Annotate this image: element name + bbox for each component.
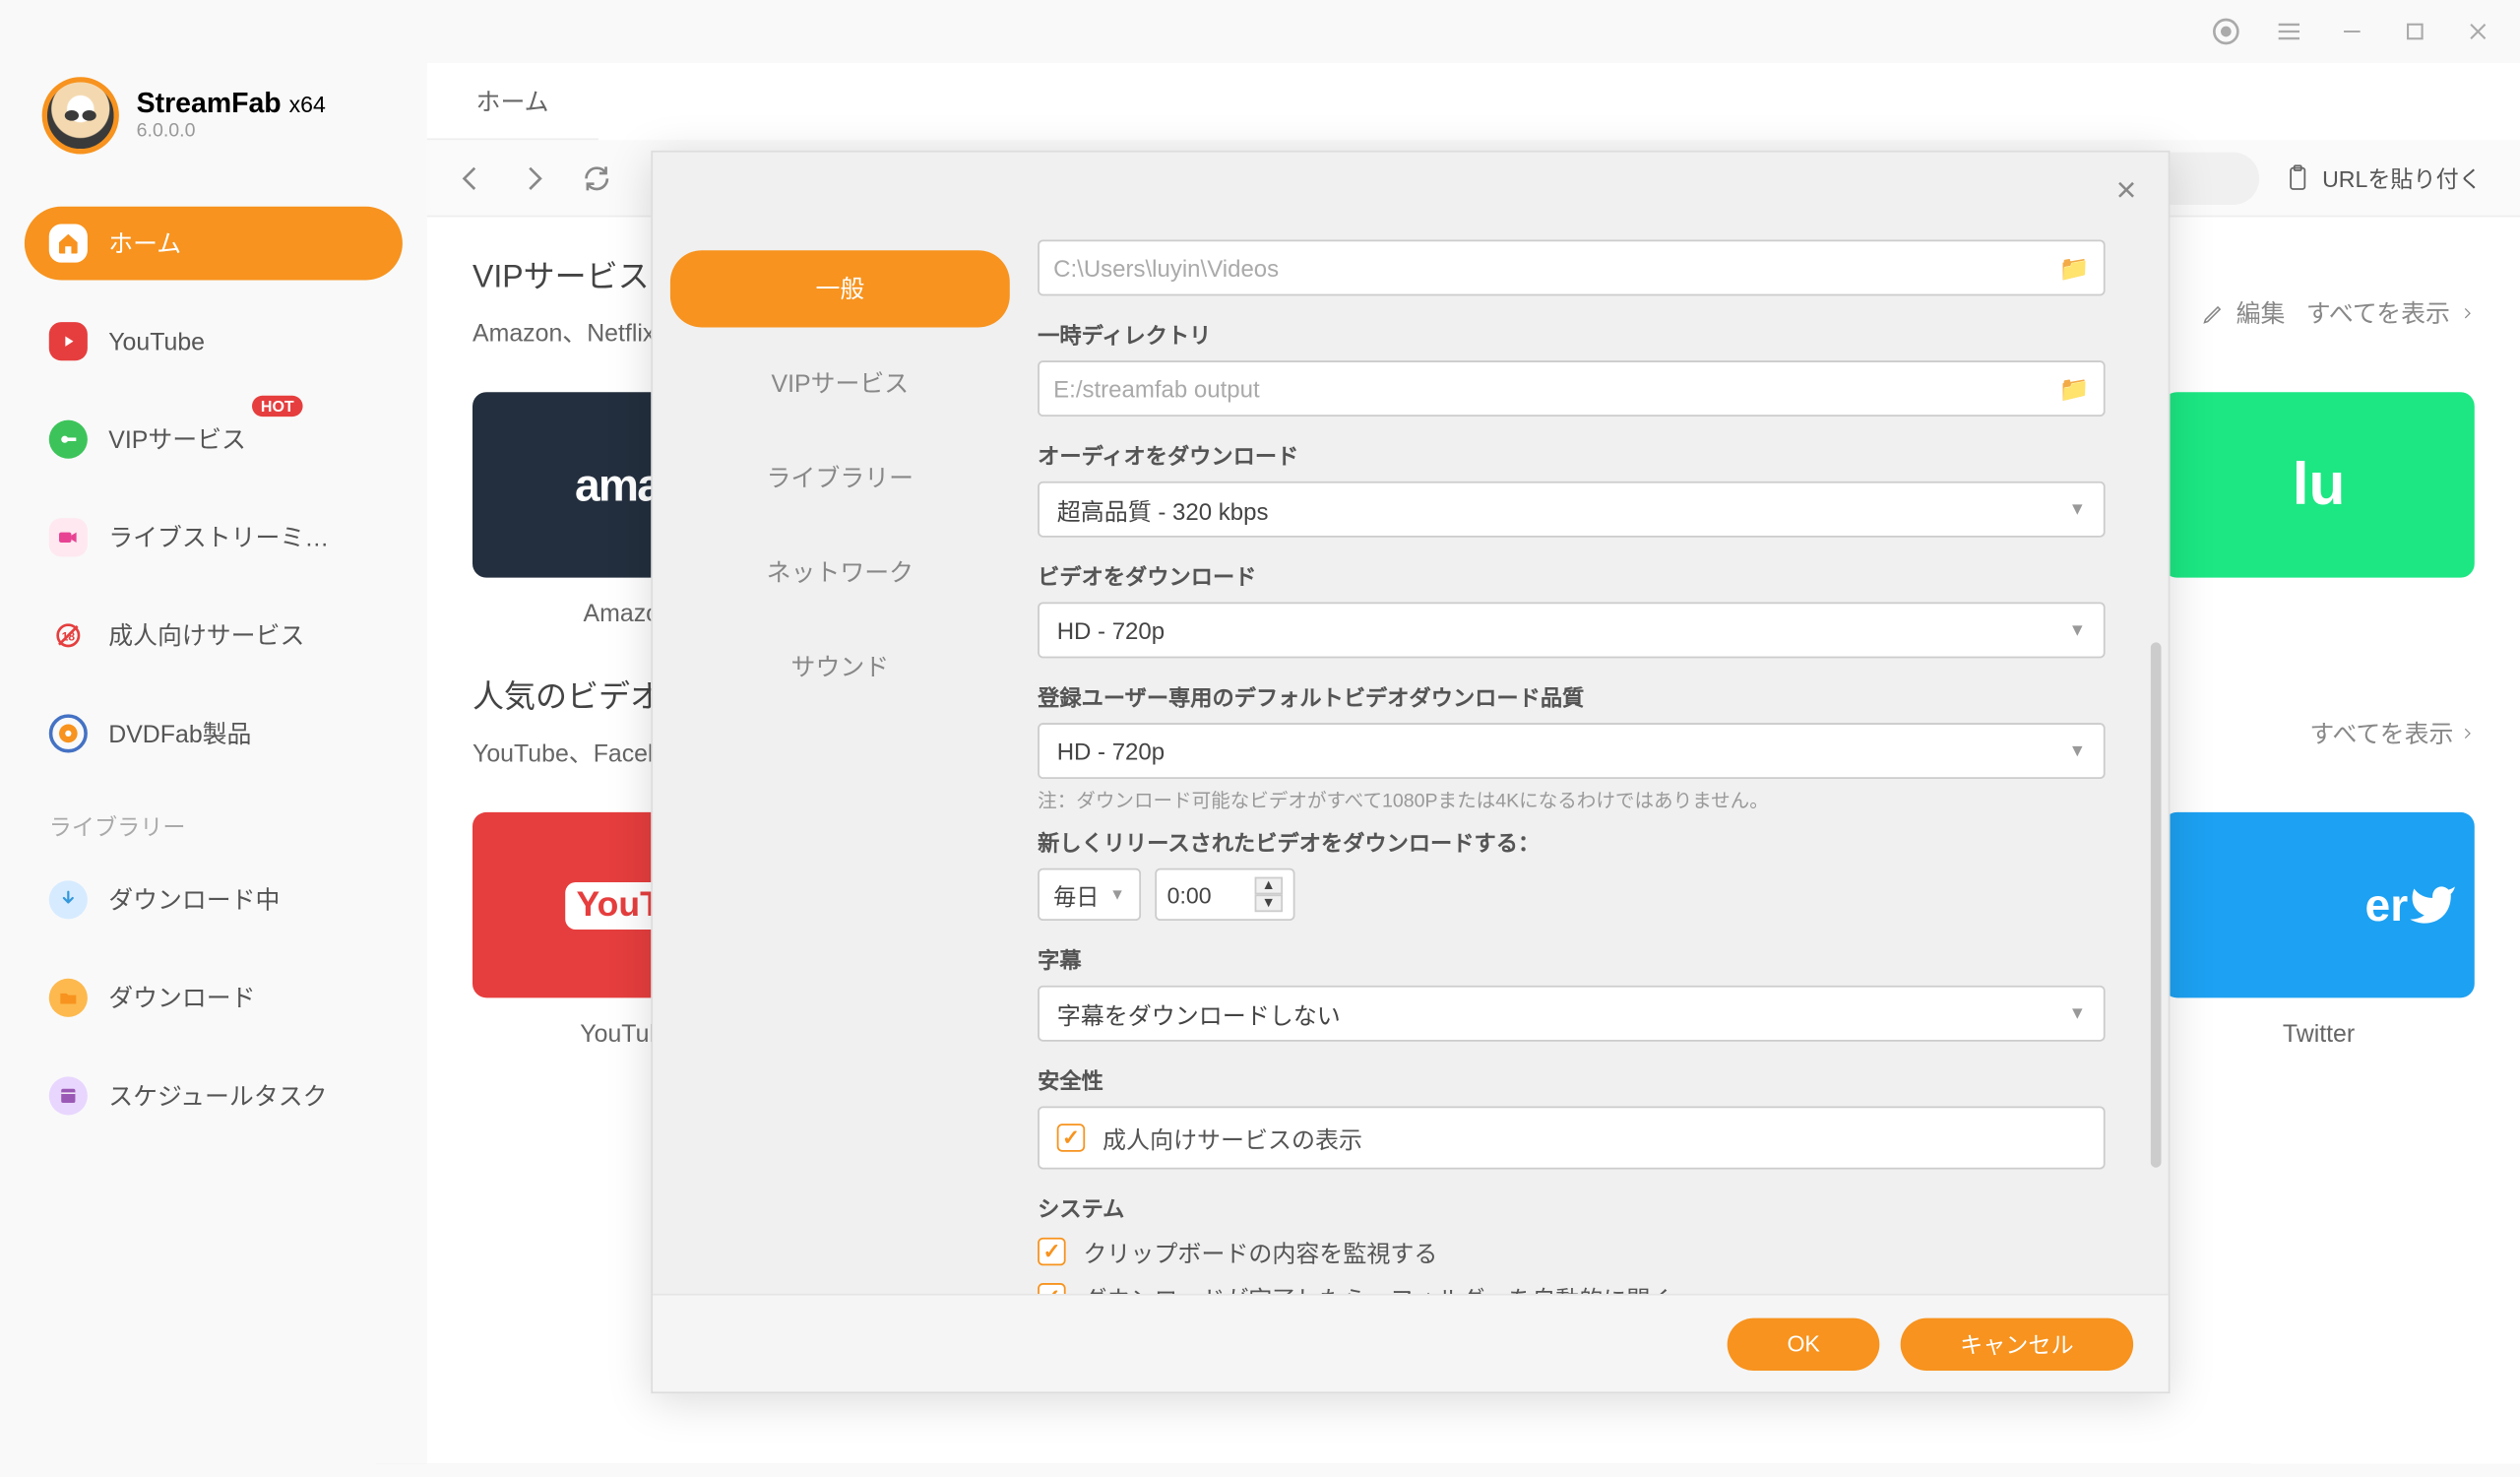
brand-name: StreamFab x64 [137, 90, 326, 121]
menu-icon[interactable] [2272, 14, 2307, 49]
dvdfab-icon [49, 714, 88, 752]
audio-dl-label: オーディオをダウンロード [1038, 437, 2105, 471]
settings-nav-library[interactable]: ライブラリー [670, 439, 1010, 516]
subtitle-label: 字幕 [1038, 941, 2105, 975]
spin-down-icon[interactable]: ▼ [1255, 894, 1283, 912]
theme-icon[interactable] [2209, 14, 2244, 49]
temp-dir-label: 一時ディレクトリ [1038, 317, 2105, 351]
audio-quality-select[interactable]: 超高品質 - 320 kbps ▼ [1038, 482, 2105, 538]
vip-section-heading: VIPサービス [472, 252, 655, 297]
reg-default-label: 登録ユーザー専用のデフォルトビデオダウンロード品質 [1038, 679, 2105, 713]
pencil-icon [2201, 301, 2226, 326]
checkbox-icon[interactable] [1038, 1238, 1065, 1265]
sidebar-item-schedule[interactable]: スケジュールタスク [25, 1060, 403, 1133]
spin-up-icon[interactable]: ▲ [1255, 877, 1283, 895]
sidebar-item-dvdfab[interactable]: DVDFab製品 [25, 697, 403, 771]
system-label: システム [1038, 1190, 2105, 1224]
freq-select[interactable]: 毎日 ▼ [1038, 868, 1141, 921]
sloth-icon [42, 77, 119, 154]
pop-show-all-link[interactable]: すべてを表示 [2309, 716, 2474, 751]
subtitle-select[interactable]: 字幕をダウンロードしない ▼ [1038, 986, 2105, 1042]
sidebar-item-label: YouTube [108, 327, 205, 354]
sidebar-item-home[interactable]: ホーム [25, 207, 403, 281]
schedule-icon [49, 1076, 88, 1115]
sidebar-item-adult[interactable]: 18 成人向けサービス [25, 599, 403, 673]
sidebar-item-vip[interactable]: VIPサービス HOT [25, 403, 403, 477]
paste-url-button[interactable]: URLを貼り付く [2284, 161, 2482, 195]
settings-dialog: × 一般 VIPサービス ライブラリー ネットワーク サウンド C:\Users… [651, 151, 2170, 1393]
paste-icon [2284, 163, 2311, 191]
safety-checkbox-row[interactable]: 成人向けサービスの表示 [1038, 1107, 2105, 1170]
new-release-label: 新しくリリースされたビデオをダウンロードする： [1038, 824, 2105, 858]
checkbox-icon[interactable] [1038, 1283, 1065, 1294]
camera-icon [49, 518, 88, 556]
thumb-hulu[interactable]: lu [2163, 392, 2474, 626]
sidebar-item-youtube[interactable]: YouTube [25, 304, 403, 378]
video-quality-select[interactable]: HD - 720p ▼ [1038, 603, 2105, 659]
home-icon [49, 225, 88, 263]
sidebar-item-label: ホーム [108, 225, 181, 261]
brand-version: 6.0.0.0 [137, 121, 326, 142]
output-dir-input[interactable]: C:\Users\luyin\Videos 📁 [1038, 240, 2105, 296]
twitter-bird-icon [2408, 880, 2457, 930]
settings-nav-vip[interactable]: VIPサービス [670, 345, 1010, 421]
key-icon [49, 420, 88, 459]
chevron-right-icon [2461, 723, 2475, 743]
chevron-down-icon: ▼ [2069, 500, 2087, 520]
video-dl-label: ビデオをダウンロード [1038, 558, 2105, 592]
sidebar-item-label: ダウンロード [108, 981, 255, 1016]
chevron-down-icon: ▼ [2069, 741, 2087, 761]
nav-reload-icon[interactable] [578, 159, 616, 197]
folder-icon [49, 979, 88, 1017]
settings-nav-sound[interactable]: サウンド [670, 628, 1010, 705]
app-logo: StreamFab x64 6.0.0.0 [42, 77, 326, 154]
chevron-down-icon: ▼ [1109, 886, 1125, 904]
settings-nav-general[interactable]: 一般 [670, 250, 1010, 327]
settings-nav-network[interactable]: ネットワーク [670, 534, 1010, 610]
sidebar-item-label: ライブストリーミ… [108, 520, 329, 555]
system-cb-clipboard[interactable]: クリップボードの内容を監視する [1038, 1234, 2105, 1269]
sidebar-item-live[interactable]: ライブストリーミ… [25, 500, 403, 574]
maximize-icon[interactable] [2398, 14, 2433, 49]
cancel-button[interactable]: キャンセル [1901, 1317, 2133, 1370]
quality-note: 注：ダウンロード可能なビデオがすべて1080Pまたは4Kになるわけではありません… [1038, 786, 2105, 813]
vip-edit-link[interactable]: 編集 すべてを表示 [2201, 295, 2475, 331]
nav-forward-icon[interactable] [515, 159, 553, 197]
tab-home[interactable]: ホーム [427, 63, 598, 140]
dialog-close-button[interactable]: × [2109, 173, 2144, 209]
folder-browse-icon[interactable]: 📁 [2059, 374, 2090, 404]
thumb-twitter[interactable]: er Twitter [2163, 812, 2474, 1047]
chevron-down-icon: ▼ [2069, 1004, 2087, 1024]
sidebar-section-library: ライブラリー [25, 795, 403, 849]
youtube-icon [49, 322, 88, 360]
system-cb-open-folder[interactable]: ダウンロードが完了したら、フォルダーを自動的に開く [1038, 1280, 2105, 1294]
minimize-icon[interactable] [2335, 14, 2370, 49]
sidebar-item-label: ダウンロード中 [108, 882, 280, 918]
checkbox-icon[interactable] [1057, 1124, 1085, 1151]
sidebar-item-label: スケジュールタスク [108, 1078, 327, 1114]
vip-section-sub: Amazon、Netflix [472, 315, 655, 351]
safety-label: 安全性 [1038, 1062, 2105, 1096]
chevron-right-icon [2461, 303, 2475, 324]
adult-icon: 18 [49, 616, 88, 655]
close-icon[interactable] [2461, 14, 2496, 49]
nav-back-icon[interactable] [452, 159, 490, 197]
temp-dir-input[interactable]: E:/streamfab output 📁 [1038, 360, 2105, 417]
ok-button[interactable]: OK [1728, 1317, 1879, 1370]
chevron-down-icon: ▼ [2069, 620, 2087, 640]
sidebar-item-label: DVDFab製品 [108, 716, 251, 751]
reg-default-select[interactable]: HD - 720p ▼ [1038, 723, 2105, 779]
scrollbar[interactable] [2151, 642, 2162, 1167]
sidebar-item-label: VIPサービス [108, 421, 246, 457]
hot-badge: HOT [252, 396, 303, 417]
time-input[interactable]: 0:00 ▲ ▼ [1155, 868, 1294, 921]
sidebar-item-downloading[interactable]: ダウンロード中 [25, 863, 403, 936]
folder-browse-icon[interactable]: 📁 [2059, 253, 2090, 283]
sidebar-item-downloads[interactable]: ダウンロード [25, 961, 403, 1035]
sidebar-item-label: 成人向けサービス [108, 618, 304, 654]
download-arrow-icon [49, 880, 88, 919]
